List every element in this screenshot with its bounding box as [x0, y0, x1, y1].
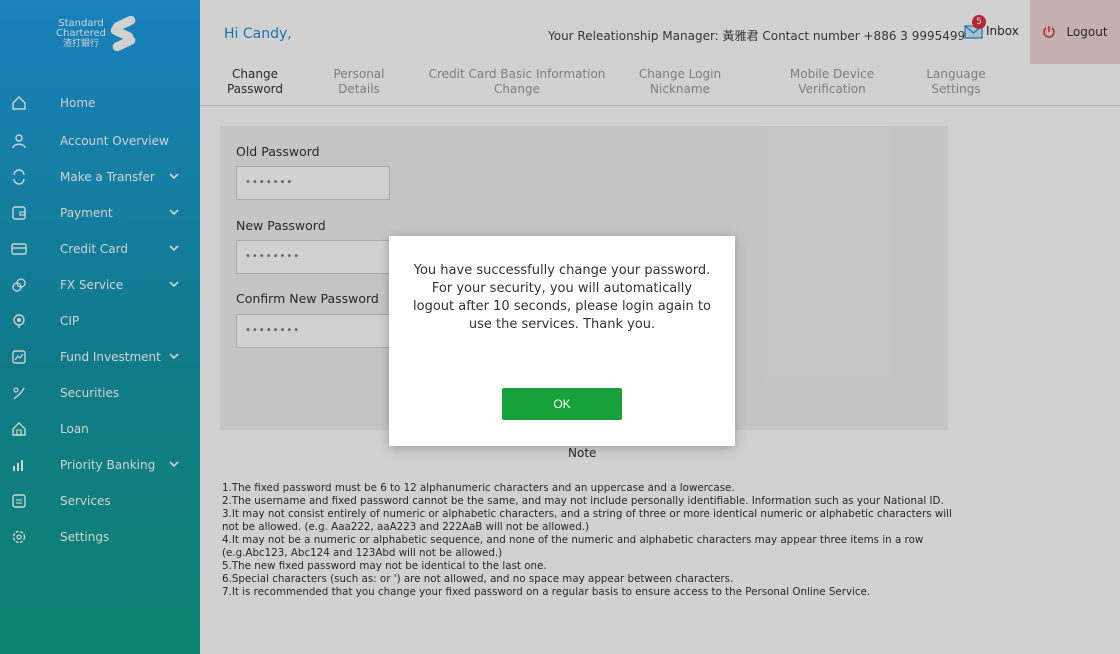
- success-message: You have successfully change your passwo…: [413, 263, 711, 332]
- ok-button[interactable]: OK: [502, 388, 622, 420]
- success-dialog: You have successfully change your passwo…: [389, 236, 735, 446]
